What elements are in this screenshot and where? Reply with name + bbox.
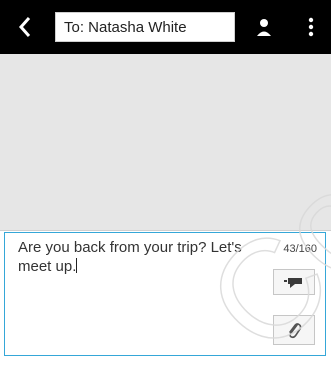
compose-box[interactable]: Are you back from your trip? Let's meet … bbox=[4, 232, 326, 356]
top-action-bar: To: Natasha White bbox=[0, 0, 331, 54]
person-icon bbox=[257, 19, 271, 36]
paperclip-icon bbox=[289, 323, 302, 339]
send-icon bbox=[284, 278, 302, 288]
send-button[interactable] bbox=[273, 269, 315, 295]
attach-button[interactable] bbox=[273, 315, 315, 345]
menu-button[interactable] bbox=[296, 12, 326, 42]
text-caret bbox=[76, 258, 78, 273]
back-button[interactable] bbox=[8, 9, 42, 45]
recipient-label: To: Natasha White bbox=[64, 19, 187, 36]
message-text[interactable]: Are you back from your trip? Let's meet … bbox=[18, 238, 263, 276]
character-counter: 43/160 bbox=[283, 243, 317, 255]
message-thread-area bbox=[0, 54, 331, 231]
chevron-left-icon bbox=[18, 17, 31, 37]
recipient-field[interactable]: To: Natasha White bbox=[55, 12, 235, 42]
vertical-dots-icon bbox=[308, 17, 314, 37]
contact-button[interactable] bbox=[248, 12, 280, 42]
